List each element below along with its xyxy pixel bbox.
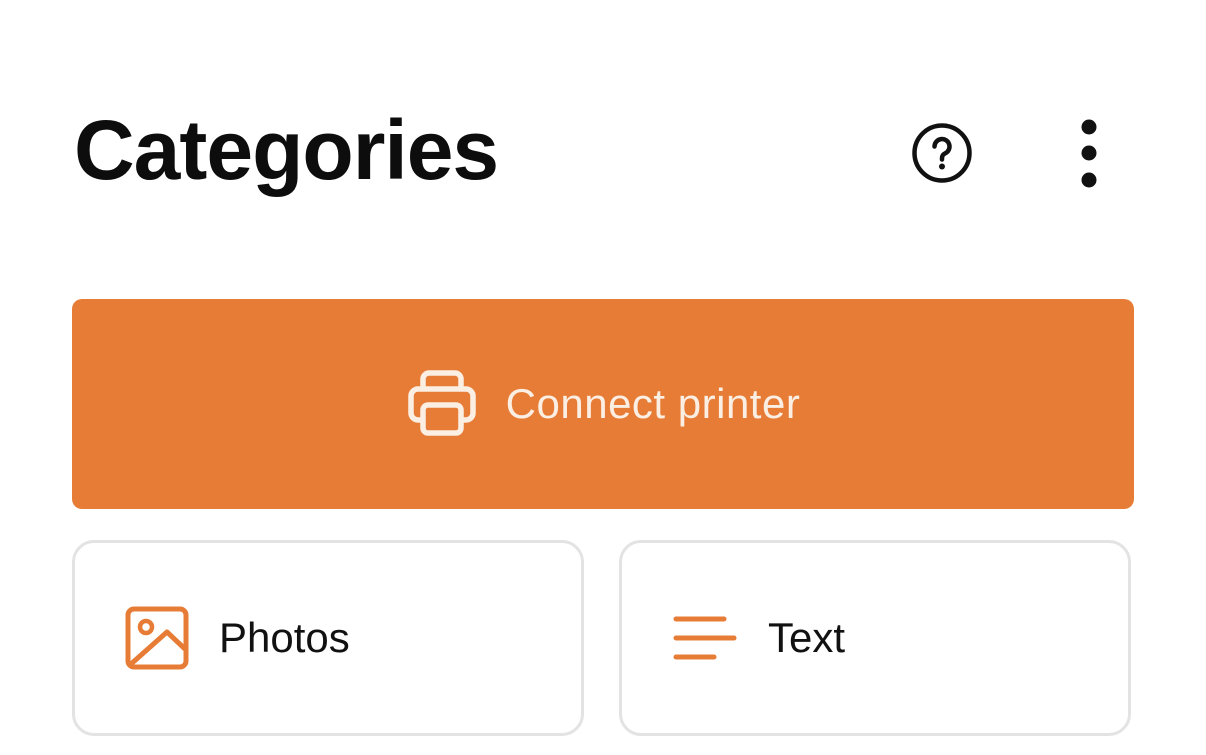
connect-printer-label: Connect printer (505, 380, 801, 427)
page-title: Categories (74, 103, 499, 197)
image-icon (125, 606, 189, 670)
printer-icon (407, 370, 476, 436)
category-card-photos[interactable]: Photos (72, 540, 584, 736)
help-circle-icon (912, 123, 972, 183)
categories-screen: Categories Connect printer Photos Text (0, 0, 1206, 755)
help-button[interactable] (906, 117, 978, 189)
more-vertical-icon (1081, 119, 1097, 188)
text-lines-icon (673, 616, 737, 660)
category-card-text[interactable]: Text (619, 540, 1131, 736)
category-label: Photos (219, 614, 350, 661)
more-options-button[interactable] (1062, 112, 1116, 194)
category-label: Text (768, 614, 846, 661)
connect-printer-button[interactable]: Connect printer (72, 299, 1134, 509)
